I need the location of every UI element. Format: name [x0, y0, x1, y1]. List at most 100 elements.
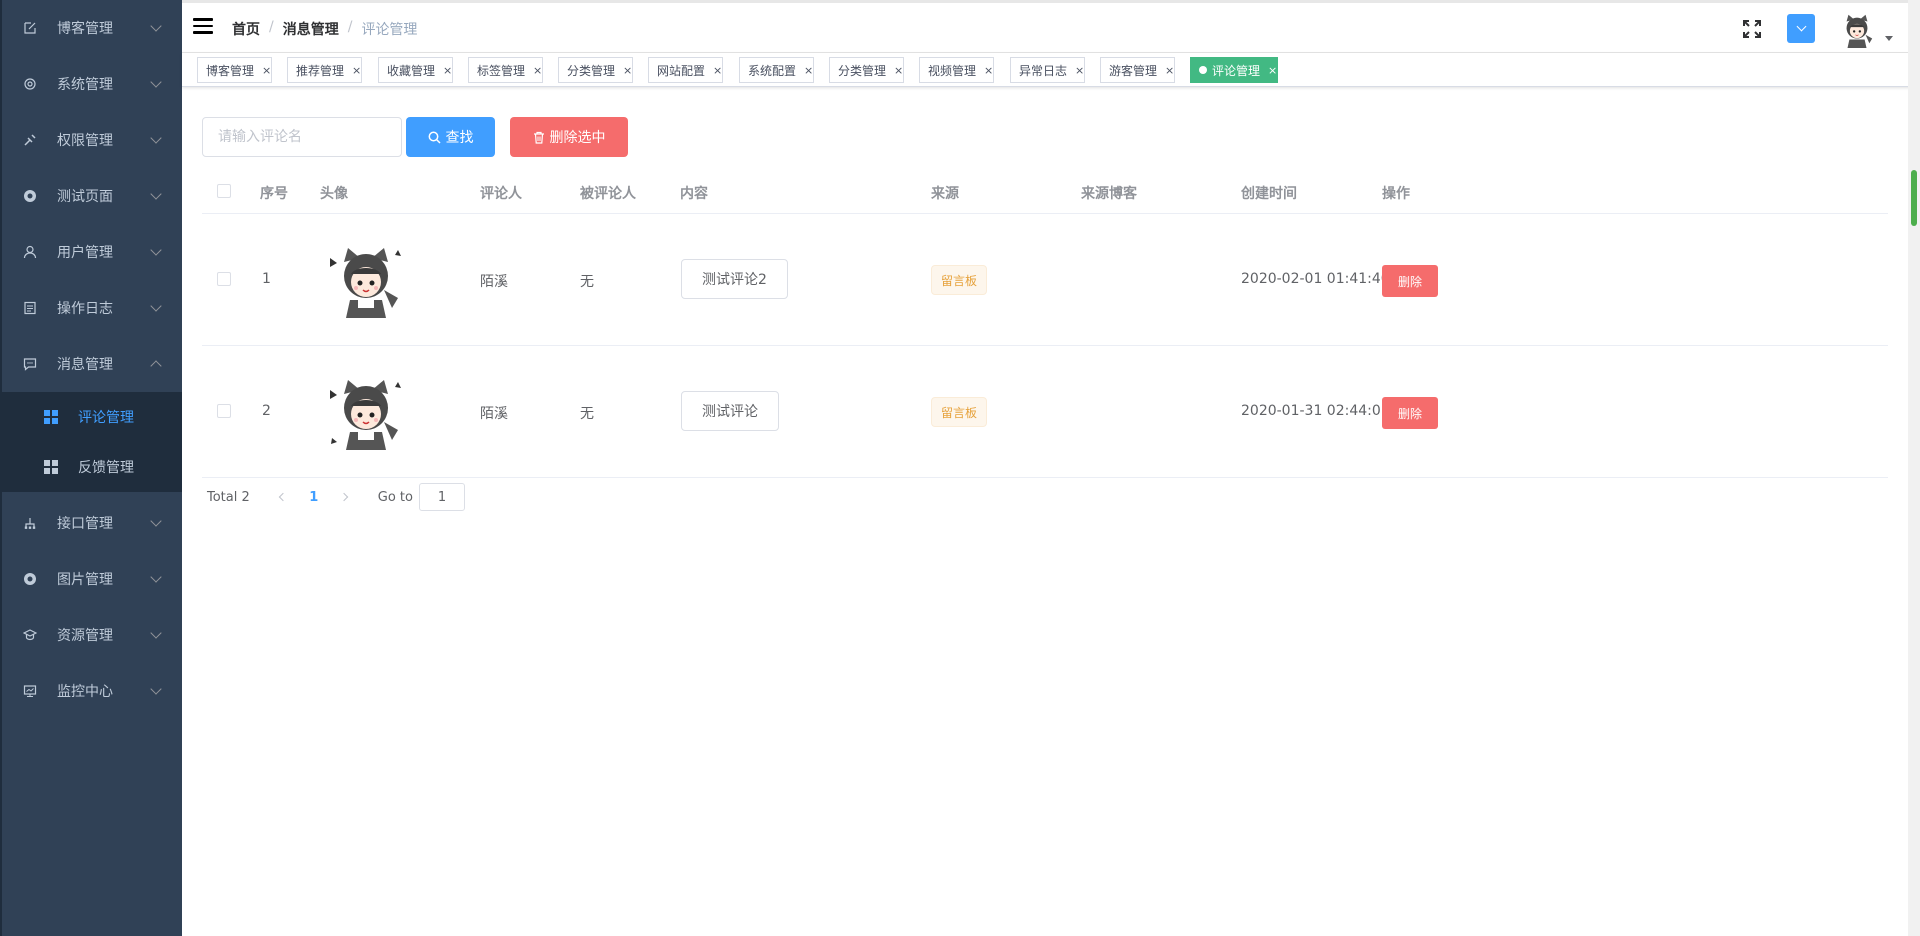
monitor-icon [22, 683, 38, 699]
tag-visitor[interactable]: 游客管理 × [1100, 57, 1176, 83]
delete-selected-button[interactable]: 删除选中 [510, 117, 628, 157]
chrome-icon [22, 188, 38, 204]
row-checkbox[interactable] [217, 272, 231, 286]
close-icon[interactable]: × [894, 64, 903, 77]
tag-video[interactable]: 视频管理 × [919, 57, 995, 83]
close-icon[interactable]: × [1268, 64, 1277, 77]
search-button[interactable]: 查找 [406, 117, 495, 157]
menu-label: 资源管理 [57, 628, 113, 644]
close-icon[interactable]: × [262, 64, 271, 77]
menu-message[interactable]: 消息管理 [2, 336, 182, 392]
tag-tag[interactable]: 标签管理 × [468, 57, 544, 83]
chevron-down-icon [150, 300, 162, 312]
menu-blog[interactable]: 博客管理 [2, 0, 182, 56]
submenu-item-comment[interactable]: 评论管理 [2, 392, 182, 442]
scrollbar-thumb[interactable] [1911, 170, 1917, 226]
menu-label: 消息管理 [57, 357, 113, 373]
chevron-left-icon[interactable] [270, 483, 294, 511]
document-icon [22, 300, 38, 316]
close-icon[interactable]: × [352, 64, 361, 77]
tag-label: 博客管理 [206, 63, 255, 78]
goto-label: Go to [377, 489, 413, 505]
row-commenter: 陌溪 [480, 406, 508, 422]
close-icon[interactable]: × [1075, 64, 1084, 77]
menu-picture[interactable]: 图片管理 [2, 551, 182, 607]
chevron-down-icon [150, 571, 162, 583]
delete-selected-label: 删除选中 [549, 130, 606, 146]
chevron-down-icon [150, 515, 162, 527]
search-input[interactable] [202, 117, 402, 157]
breadcrumb-message[interactable]: 消息管理 [283, 19, 339, 39]
search-icon [428, 131, 441, 144]
caret-down-icon[interactable] [1885, 36, 1893, 41]
tag-site-config[interactable]: 网站配置 × [648, 57, 724, 83]
breadcrumb: 首页 / 消息管理 / 评论管理 [232, 19, 417, 39]
pagination-goto: Go to [378, 483, 465, 511]
close-icon[interactable]: × [1165, 64, 1174, 77]
select-all-checkbox[interactable] [217, 184, 231, 198]
header-avatar: 头像 [320, 186, 348, 202]
delete-button[interactable]: 删除 [1382, 265, 1438, 297]
menu-resource[interactable]: 资源管理 [2, 607, 182, 663]
row-index: 1 [262, 271, 271, 287]
row-replied: 无 [580, 274, 594, 290]
grid-icon [44, 460, 58, 474]
tag-comment-active[interactable]: 评论管理 × [1190, 57, 1279, 83]
chevron-down-icon [150, 244, 162, 256]
fullscreen-icon[interactable] [1742, 19, 1762, 39]
tag-collect[interactable]: 收藏管理 × [378, 57, 454, 83]
row-checkbox[interactable] [217, 404, 231, 418]
row-commenter: 陌溪 [480, 274, 508, 290]
menu-api[interactable]: 接口管理 [2, 495, 182, 551]
tag-blog[interactable]: 博客管理 × [197, 57, 273, 83]
breadcrumb-separator: / [347, 19, 353, 35]
menu-monitor[interactable]: 监控中心 [2, 663, 182, 719]
tag-label: 标签管理 [477, 63, 526, 78]
close-icon[interactable]: × [443, 64, 452, 77]
table-row: 2 陌溪 无 测试评论 留言板 2020-01-31 02:44:01 删除 [202, 346, 1888, 478]
close-icon[interactable]: × [623, 64, 632, 77]
tag-category[interactable]: 分类管理 × [558, 57, 634, 83]
tag-system-config[interactable]: 系统配置 × [739, 57, 815, 83]
tag-category-2[interactable]: 分类管理 × [829, 57, 905, 83]
header-replied: 被评论人 [580, 186, 636, 202]
menu-label: 博客管理 [57, 21, 113, 37]
table-header: 序号 头像 评论人 被评论人 内容 来源 来源博客 创建时间 操作 [202, 168, 1888, 214]
menu-permission[interactable]: 权限管理 [2, 112, 182, 168]
close-icon[interactable]: × [984, 64, 993, 77]
menu-system[interactable]: 系统管理 [2, 56, 182, 112]
goto-input[interactable] [418, 483, 465, 511]
chevron-right-icon[interactable] [334, 483, 358, 511]
menu-label: 监控中心 [57, 684, 113, 700]
hamburger-menu-icon[interactable] [193, 18, 213, 34]
menu-test-page[interactable]: 测试页面 [2, 168, 182, 224]
tag-recommend[interactable]: 推荐管理 × [287, 57, 363, 83]
scrollbar[interactable] [1908, 0, 1920, 936]
api-icon [22, 515, 38, 531]
pagination-total: Total 2 [207, 489, 250, 505]
submenu-item-feedback[interactable]: 反馈管理 [2, 442, 182, 492]
row-content-button[interactable]: 测试评论 [681, 391, 779, 431]
breadcrumb-home[interactable]: 首页 [232, 19, 260, 39]
search-button-label: 查找 [445, 130, 474, 146]
close-icon[interactable]: × [804, 64, 813, 77]
header-content: 内容 [680, 186, 708, 202]
avatar[interactable] [1835, 11, 1879, 49]
close-icon[interactable]: × [713, 64, 722, 77]
menu-operation-log[interactable]: 操作日志 [2, 280, 182, 336]
close-icon[interactable]: × [533, 64, 542, 77]
row-content-button[interactable]: 测试评论2 [681, 259, 788, 299]
dropdown-button[interactable] [1787, 14, 1815, 43]
chevron-down-icon [150, 683, 162, 695]
tag-exception-log[interactable]: 异常日志 × [1010, 57, 1086, 83]
chevron-down-icon [150, 627, 162, 639]
chevron-down-icon [150, 20, 162, 32]
edit-icon [22, 20, 38, 36]
menu-label: 接口管理 [57, 516, 113, 532]
page-number[interactable]: 1 [294, 490, 334, 505]
delete-button[interactable]: 删除 [1382, 397, 1438, 429]
menu-label: 操作日志 [57, 301, 113, 317]
submenu-message: 评论管理 反馈管理 [2, 392, 182, 492]
header-created: 创建时间 [1241, 186, 1297, 202]
menu-user[interactable]: 用户管理 [2, 224, 182, 280]
